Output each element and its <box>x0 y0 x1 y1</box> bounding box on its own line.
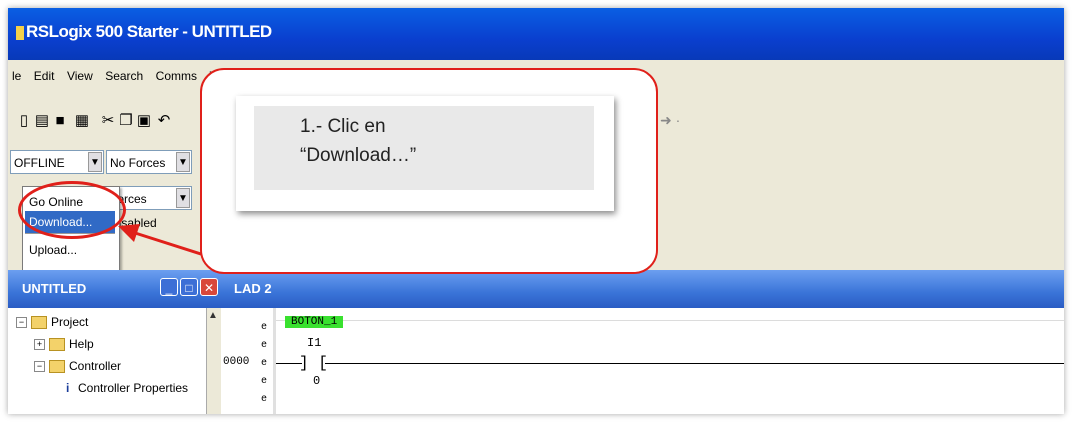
callout-text: 1.- Clic en “Download…” <box>300 116 417 166</box>
callout-card: 1.- Clic en “Download…” <box>236 96 614 211</box>
callout-inner: 1.- Clic en “Download…” <box>254 106 594 190</box>
instruction-callout: 1.- Clic en “Download…” <box>200 68 658 274</box>
